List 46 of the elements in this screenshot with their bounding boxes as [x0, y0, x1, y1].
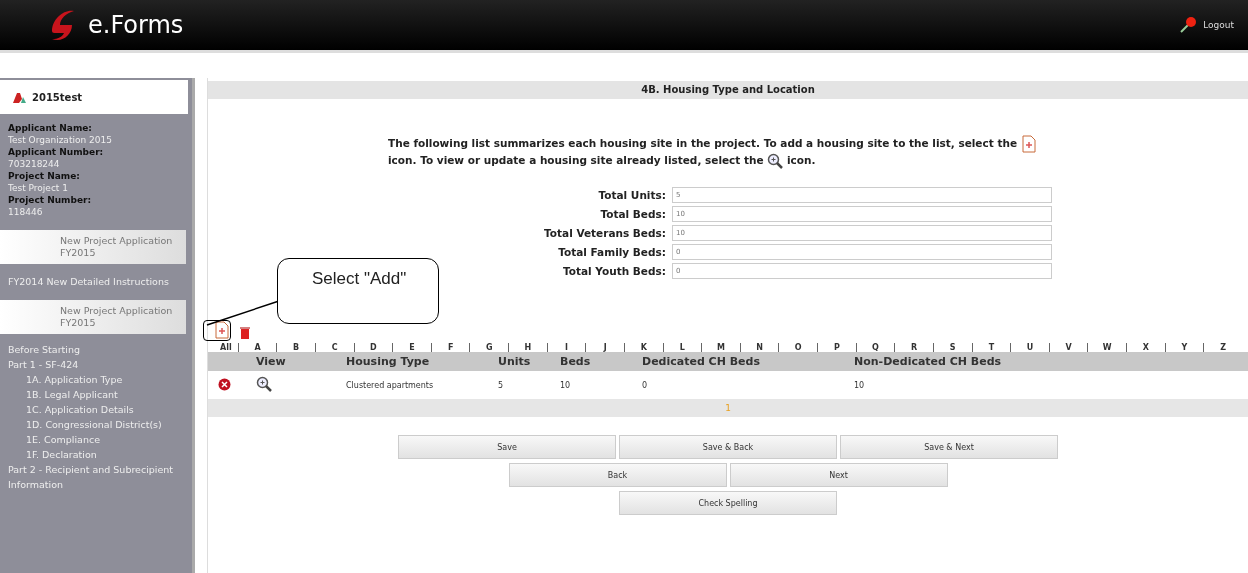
add-icon[interactable]	[214, 321, 230, 339]
user-name: 2015test	[32, 91, 83, 103]
info-value: Test Organization 2015	[8, 134, 113, 146]
search-icon[interactable]	[767, 153, 784, 169]
sidebar-tab[interactable]: New Project Application FY2015	[0, 230, 186, 264]
form-button[interactable]: Save & Back	[619, 435, 837, 459]
app-title: e.Forms	[88, 11, 184, 39]
field-label: Total Family Beds:	[557, 246, 666, 258]
table-cell: 10	[559, 371, 641, 399]
form-button[interactable]: Check Spelling	[619, 491, 837, 515]
form-button[interactable]: Next	[729, 463, 948, 487]
column-header: Housing Type	[345, 352, 497, 371]
field-label: Total Veterans Beds:	[544, 227, 666, 239]
column-header: Units	[497, 352, 559, 371]
field-label: Total Units:	[597, 189, 666, 201]
info-label: Project Number:	[8, 194, 93, 206]
page-title: 4B. Housing Type and Location	[208, 81, 1248, 99]
field-label: Total Youth Beds:	[562, 265, 666, 277]
column-header: Non-Dedicated CH Beds	[853, 352, 1248, 371]
info-label: Applicant Name:	[8, 122, 93, 134]
user-icon	[12, 91, 26, 103]
highlight-frame	[203, 320, 231, 341]
info-value: 118446	[8, 206, 44, 218]
column-header: Dedicated CH Beds	[641, 352, 853, 371]
letter-link[interactable]: All	[220, 343, 238, 352]
table-cell: 10	[853, 371, 1248, 399]
form-button[interactable]: Save & Next	[840, 435, 1058, 459]
delete-icon[interactable]	[218, 377, 231, 391]
field-label: Total Beds:	[599, 208, 666, 220]
info-value: 703218244	[8, 158, 61, 170]
form-button[interactable]: Save	[398, 435, 616, 459]
info-label: Project Name:	[8, 170, 81, 182]
info-value: Test Project 1	[8, 182, 69, 194]
info-label: Applicant Number:	[8, 146, 105, 158]
column-header: Beds	[559, 352, 641, 371]
search-icon[interactable]	[256, 376, 272, 392]
column-header: View	[255, 352, 345, 371]
callout-text: Select "Add"	[277, 258, 439, 324]
logout-link[interactable]: Logout	[1177, 15, 1234, 35]
sidebar-tab[interactable]: New Project Application FY2015	[0, 300, 186, 334]
intro-text: The following list summarizes each housing site in the project. To add a housing site to the list, select the icon. To view or update a housing site already listed, select the icon.	[388, 135, 1068, 169]
trash-icon[interactable]	[240, 327, 250, 339]
table-cell: 5	[497, 371, 559, 399]
form-button[interactable]: Back	[508, 463, 727, 487]
table-cell: Clustered apartments	[345, 371, 497, 399]
table-cell: 0	[641, 371, 853, 399]
